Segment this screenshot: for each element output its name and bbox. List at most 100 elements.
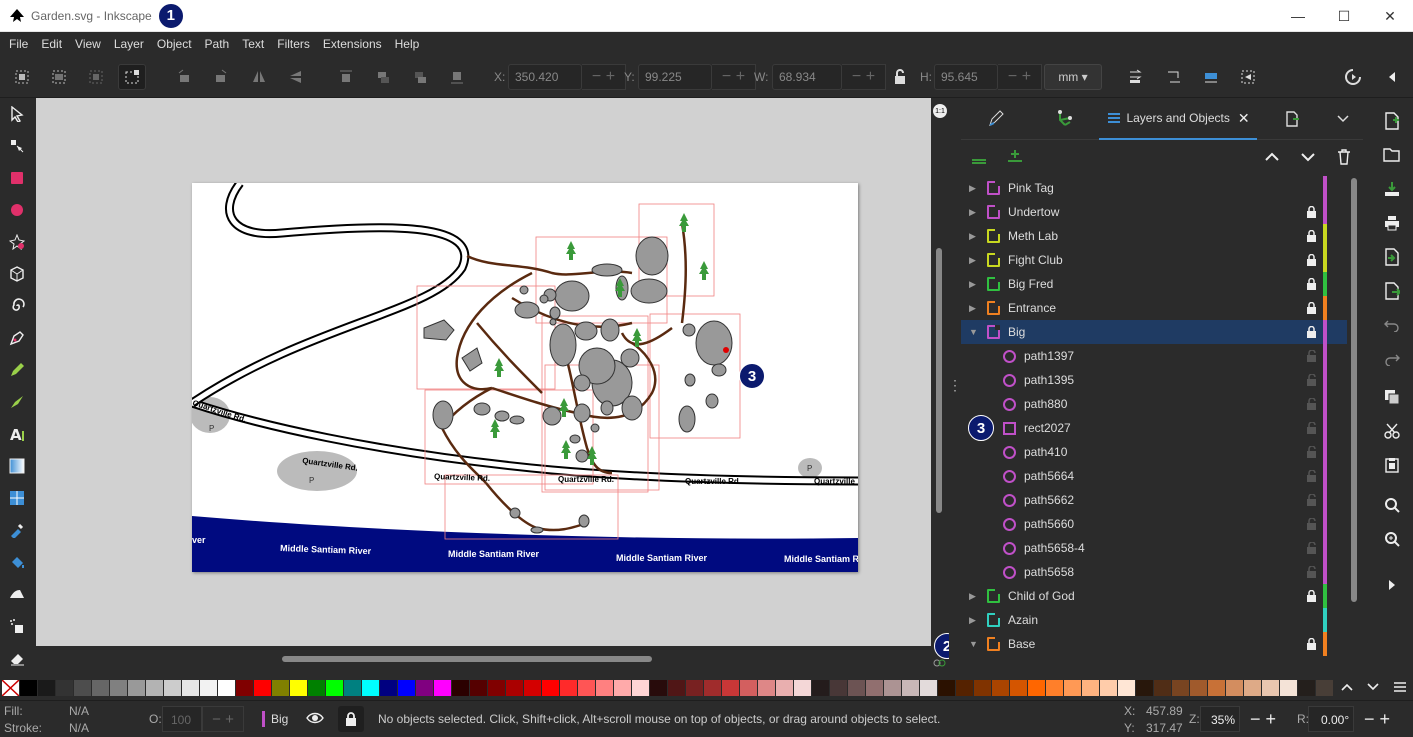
color-swatch[interactable] [236, 680, 253, 696]
color-swatch[interactable] [1226, 680, 1243, 696]
unlocked-icon[interactable] [1306, 517, 1317, 530]
unlocked-icon[interactable] [1306, 493, 1317, 506]
unlocked-icon[interactable] [1306, 445, 1317, 458]
menu-text[interactable]: Text [237, 37, 269, 51]
rotate-cw-icon[interactable] [207, 64, 235, 90]
raise-icon[interactable] [369, 64, 397, 90]
color-swatch[interactable] [920, 680, 937, 696]
rotation-stepper[interactable]: − + [1354, 706, 1400, 732]
layer-row[interactable]: ▶ Entrance [961, 296, 1347, 320]
spray-tool-icon[interactable] [0, 610, 34, 642]
layer-lock-icon[interactable] [338, 706, 364, 732]
minimize-icon[interactable]: — [1275, 0, 1321, 32]
lower-to-bottom-icon[interactable] [443, 64, 471, 90]
deselect-icon[interactable] [82, 64, 110, 90]
y-stepper[interactable]: − + [712, 64, 756, 90]
color-swatch[interactable] [452, 680, 469, 696]
collapsed-arrow-icon[interactable]: ▶ [961, 255, 983, 266]
color-swatch[interactable] [866, 680, 883, 696]
horizontal-scroll-thumb[interactable] [282, 656, 652, 662]
color-swatch[interactable] [776, 680, 793, 696]
selector-tool-icon[interactable] [0, 98, 34, 130]
color-swatch[interactable] [416, 680, 433, 696]
opacity-input[interactable]: 100 [162, 706, 202, 732]
star-tool-icon[interactable] [0, 226, 34, 258]
vertical-scroll-thumb[interactable] [936, 248, 942, 513]
visibility-eye-icon[interactable] [306, 710, 324, 729]
3d-box-tool-icon[interactable] [0, 258, 34, 290]
object-row[interactable]: path5664 [961, 464, 1347, 488]
color-swatch[interactable] [1082, 680, 1099, 696]
canvas-info-icon[interactable]: 1:1 [933, 104, 947, 118]
scale-stroke-icon[interactable] [1122, 64, 1150, 90]
spiral-tool-icon[interactable] [0, 290, 34, 322]
dock-handle-icon[interactable]: ⋮ [948, 98, 962, 672]
object-row[interactable]: path5662 [961, 488, 1347, 512]
color-swatch[interactable] [326, 680, 343, 696]
palette-scroll-down-icon[interactable] [1366, 681, 1380, 695]
color-swatch[interactable] [56, 680, 73, 696]
maximize-icon[interactable]: ☐ [1321, 0, 1367, 32]
tab-layers-objects[interactable]: Layers and Objects ✕ [1099, 98, 1257, 140]
fill-value[interactable]: N/A [69, 704, 89, 718]
lock-icon[interactable] [1306, 325, 1317, 338]
move-down-icon[interactable] [1299, 150, 1317, 166]
collapsed-arrow-icon[interactable]: ▶ [961, 615, 983, 626]
color-swatch[interactable] [956, 680, 973, 696]
layer-row[interactable]: ▶ Azain [961, 608, 1347, 632]
color-swatch[interactable] [938, 680, 955, 696]
color-swatch[interactable] [740, 680, 757, 696]
lock-icon[interactable] [1306, 637, 1317, 650]
tab-align[interactable] [1031, 98, 1099, 140]
collapsed-arrow-icon[interactable]: ▶ [961, 279, 983, 290]
color-swatch[interactable] [1028, 680, 1045, 696]
current-layer-select[interactable]: Big [271, 712, 288, 726]
expanded-arrow-icon[interactable]: ▼ [961, 327, 983, 337]
collapsed-arrow-icon[interactable]: ▶ [961, 183, 983, 194]
lock-icon[interactable] [1306, 589, 1317, 602]
unit-select[interactable]: mm ▾ [1044, 64, 1102, 90]
layer-row[interactable]: ▶ Pink Tag [961, 176, 1347, 200]
color-swatch[interactable] [1244, 680, 1261, 696]
lock-icon[interactable] [1306, 301, 1317, 314]
menu-object[interactable]: Object [152, 37, 197, 51]
color-swatch[interactable] [542, 680, 559, 696]
calligraphy-tool-icon[interactable] [0, 386, 34, 418]
object-row[interactable]: path880 [961, 392, 1347, 416]
menu-path[interactable]: Path [200, 37, 235, 51]
object-row[interactable]: path5658-4 [961, 536, 1347, 560]
rotation-input[interactable]: 0.00° [1308, 706, 1354, 732]
unlocked-icon[interactable] [1306, 373, 1317, 386]
menu-extensions[interactable]: Extensions [318, 37, 387, 51]
color-swatch[interactable] [560, 680, 577, 696]
color-swatch[interactable] [488, 680, 505, 696]
vertical-scrollbar[interactable]: 1:1 [931, 98, 949, 646]
color-swatch[interactable] [1064, 680, 1081, 696]
color-swatch[interactable] [1280, 680, 1297, 696]
color-swatch[interactable] [272, 680, 289, 696]
paint-bucket-tool-icon[interactable] [0, 546, 34, 578]
print-icon[interactable] [1370, 206, 1413, 240]
menu-edit[interactable]: Edit [36, 37, 67, 51]
color-swatch[interactable] [992, 680, 1009, 696]
color-swatch[interactable] [1172, 680, 1189, 696]
close-window-icon[interactable]: ✕ [1367, 0, 1413, 32]
add-sublayer-icon[interactable] [1005, 148, 1025, 166]
unlocked-icon[interactable] [1306, 565, 1317, 578]
color-swatch[interactable] [632, 680, 649, 696]
color-swatch[interactable] [146, 680, 163, 696]
color-swatch[interactable] [92, 680, 109, 696]
layer-row[interactable]: ▶ Child of God [961, 584, 1347, 608]
node-tool-icon[interactable] [0, 130, 34, 162]
w-input[interactable]: 68.934 [772, 64, 842, 90]
open-document-icon[interactable] [1370, 138, 1413, 172]
zoom-input[interactable]: 35% [1200, 706, 1240, 732]
expanded-arrow-icon[interactable]: ▼ [961, 639, 983, 649]
zoom-drawing-icon[interactable] [1370, 522, 1413, 556]
color-swatch[interactable] [830, 680, 847, 696]
color-swatch[interactable] [704, 680, 721, 696]
import-icon[interactable] [1370, 240, 1413, 274]
x-input[interactable]: 350.420 [508, 64, 582, 90]
h-input[interactable]: 95.645 [934, 64, 998, 90]
color-swatch[interactable] [254, 680, 271, 696]
